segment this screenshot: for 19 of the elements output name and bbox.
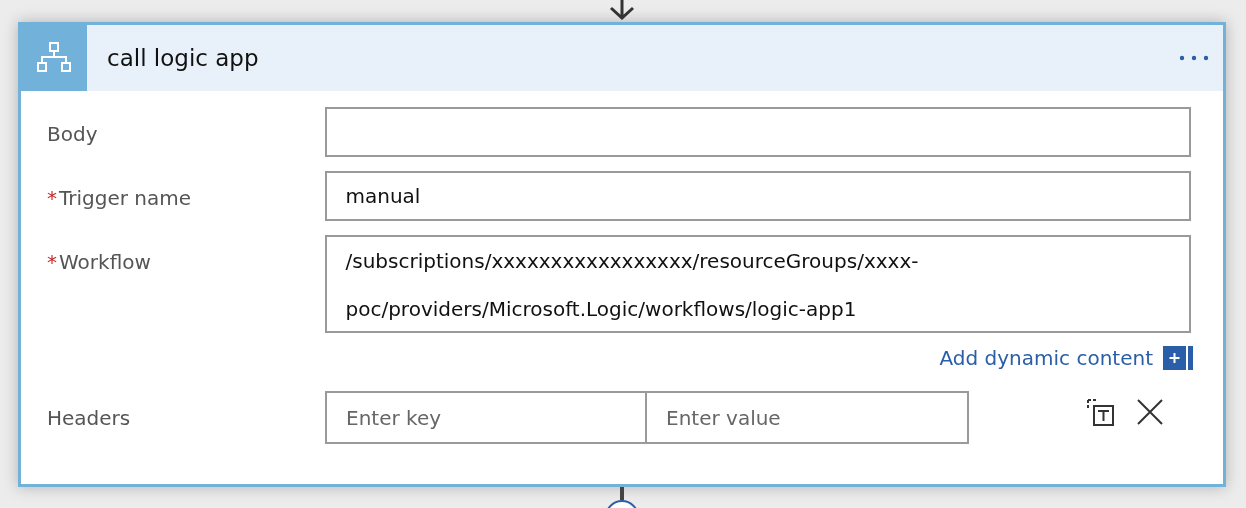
text-field[interactable]: manual — [324, 171, 1191, 221]
field-label: Workflow — [59, 250, 151, 274]
more-options-icon[interactable] — [1179, 55, 1209, 61]
add-icon[interactable] — [1163, 346, 1193, 370]
down-arrow-icon — [607, 0, 637, 20]
text-field[interactable] — [324, 107, 1191, 157]
field-label: Trigger name — [59, 186, 192, 210]
text-mode-icon[interactable] — [1087, 399, 1115, 427]
required-asterisk: * — [47, 186, 57, 210]
close-icon[interactable] — [1137, 399, 1163, 425]
value-field[interactable]: Enter value — [647, 391, 969, 444]
required-asterisk: * — [47, 250, 57, 274]
key-field[interactable]: Enter key — [325, 391, 647, 444]
add-dynamic-content-link[interactable]: Add dynamic content — [939, 343, 1153, 373]
card-title: call logic app — [107, 43, 260, 73]
hierarchy-icon — [37, 42, 71, 74]
field-label: Headers — [47, 405, 132, 432]
text-area-field[interactable]: /subscriptions/xxxxxxxxxxxxxxxxx/resourceGroups/xxxx-poc/providers/Microsoft.Logic/workflows/logic-app1 — [324, 235, 1191, 333]
field-label: Body — [47, 121, 99, 148]
